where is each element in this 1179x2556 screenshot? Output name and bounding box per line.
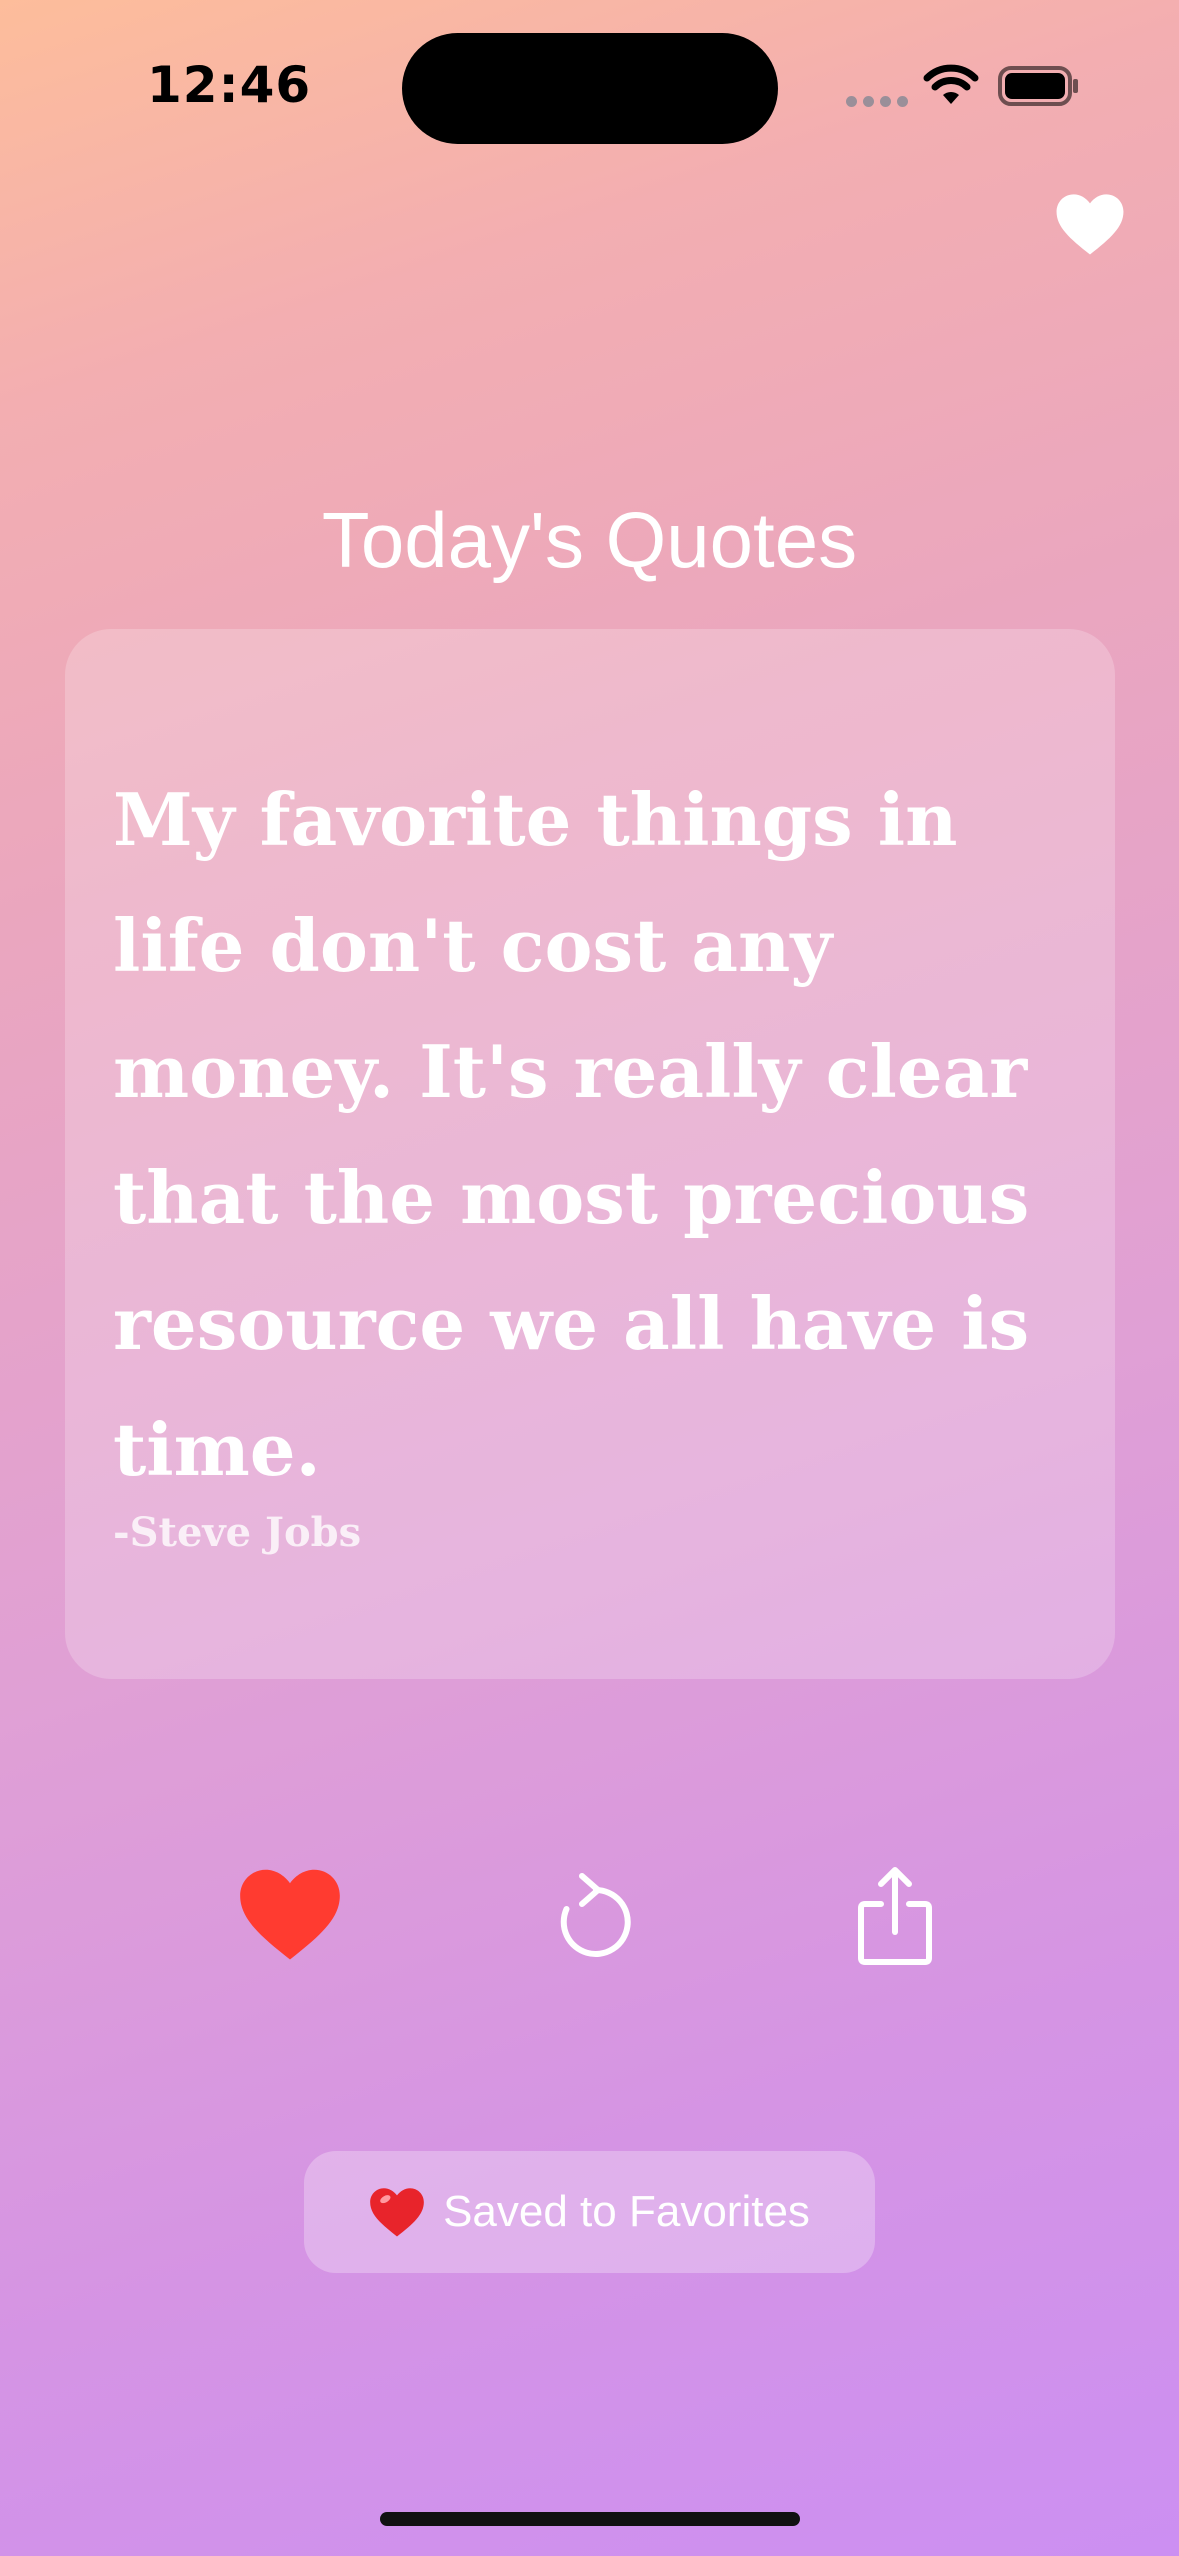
favorites-heart-icon[interactable] [1055, 192, 1125, 256]
toast-label: Saved to Favorites [443, 2187, 810, 2236]
page-title: Today's Quotes [321, 496, 858, 584]
battery-icon [998, 66, 1078, 106]
favorite-heart-button[interactable] [238, 1866, 342, 1962]
status-time: 12:46 [147, 56, 312, 114]
dynamic-island [402, 33, 778, 144]
wifi-icon [923, 64, 979, 104]
heart-emoji-icon [370, 2188, 424, 2237]
share-button[interactable] [855, 1866, 935, 1966]
cellular-signal-icon [846, 96, 908, 107]
refresh-button[interactable] [552, 1866, 636, 1966]
home-indicator[interactable] [380, 2512, 800, 2526]
saved-to-favorites-toast: Saved to Favorites [304, 2151, 875, 2273]
quote-card: My favorite things in life don't cost an… [65, 629, 1115, 1679]
quote-text: My favorite things in life don't cost an… [113, 777, 1030, 1492]
quote-author: -Steve Jobs [113, 1509, 362, 1556]
